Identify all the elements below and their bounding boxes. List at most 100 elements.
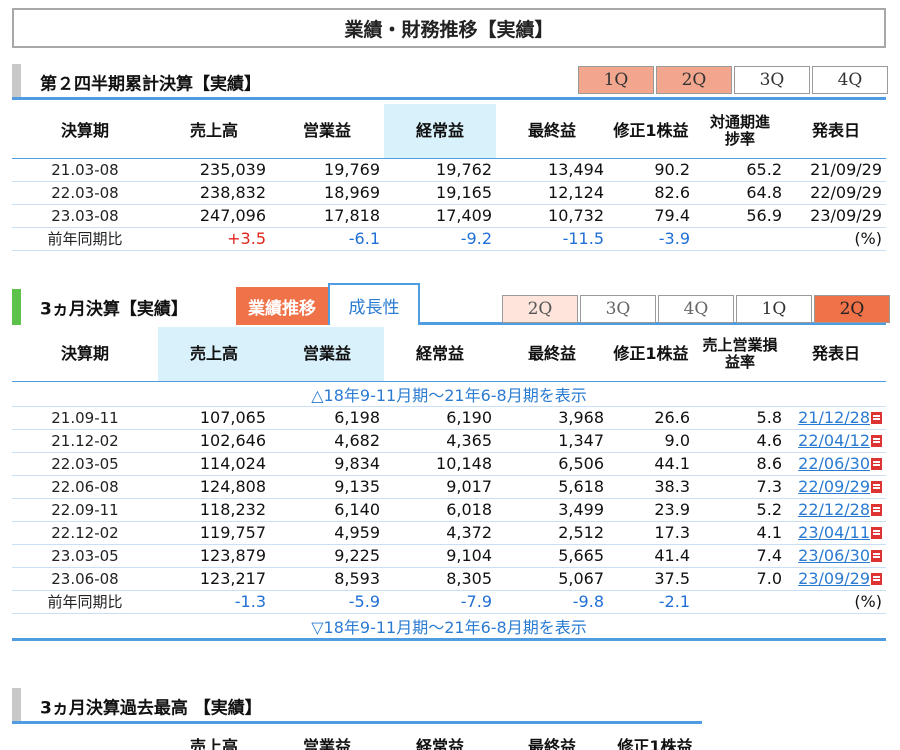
cell-eps: 26.6 [608,406,694,430]
col-eps: 修正1株益 [608,104,694,159]
cell-net: 2,512 [496,521,608,545]
cum-tab-1q[interactable]: 1Q [578,66,654,94]
announce-date-link[interactable]: 22/09/29 [798,477,870,496]
yoy-sales: -1.3 [158,590,270,614]
cell-eps: 82.6 [608,181,694,205]
table-row: 21.09-11 107,065 6,198 6,190 3,968 26.6 5.8 21/… [12,406,886,430]
col-operating[interactable]: 営業益 [270,327,384,382]
pdf-icon[interactable] [871,550,882,562]
cell-operating: 9,135 [270,475,384,499]
table-row: 22.03-05 114,024 9,834 10,148 6,506 44.1 8.6 22… [12,452,886,476]
cell-sales: 123,217 [158,567,270,591]
table-row: 21.12-02 102,646 4,682 4,365 1,347 9.0 4.6 22/0… [12,429,886,453]
announce-date-link[interactable]: 23/06/30 [798,546,870,565]
show-older-link-bottom[interactable]: ▽18年9-11月期～21年6-8月期を表示 [12,613,886,641]
col-sales: 売上高 [158,104,270,159]
cell-ordinary: 19,165 [384,181,496,205]
pdf-icon[interactable] [871,573,882,585]
show-older-row: △18年9-11月期～21年6-8月期を表示 [12,381,886,407]
pdf-icon[interactable] [871,481,882,493]
cum-tab-4q[interactable]: 4Q [812,66,888,94]
announce-date-link[interactable]: 22/04/12 [798,431,870,450]
yoy-ordinary: -7.9 [384,590,496,614]
quarter-quarter-tabs: 2Q 3Q 4Q 1Q 2Q [500,295,890,323]
cell-ratio: 7.0 [694,567,786,591]
cell-ratio: 56.9 [694,204,786,228]
cell-period: 23.03-08 [12,204,158,228]
announce-date-link[interactable]: 23/04/11 [798,523,870,542]
tab-growth[interactable]: 成長性 [328,283,420,325]
cell-operating: 4,959 [270,521,384,545]
yoy-operating: -5.9 [270,590,384,614]
show-older-link[interactable]: △18年9-11月期～21年6-8月期を表示 [12,381,886,407]
cell-operating: 8,593 [270,567,384,591]
col-net: 最終益 [496,327,608,382]
yoy-date: (%) [786,590,886,614]
yoy-net: -9.8 [496,590,608,614]
col-sales[interactable]: 売上高 [158,327,270,382]
section-underline [12,721,702,724]
pdf-icon[interactable] [871,527,882,539]
announce-date-link[interactable]: 22/12/28 [798,500,870,519]
q-tab-2q-prev[interactable]: 2Q [502,295,578,323]
cell-eps: 38.3 [608,475,694,499]
col-eps: 修正1株益 [617,737,693,750]
announce-date-link[interactable]: 22/06/30 [798,454,870,473]
cell-eps: 37.5 [608,567,694,591]
cell-date: 23/09/29 [786,567,886,591]
pdf-icon[interactable] [871,504,882,516]
cell-sales: 114,024 [158,452,270,476]
cum-tab-2q[interactable]: 2Q [656,66,732,94]
cell-date: 22/09/29 [786,181,886,205]
cell-net: 10,732 [496,204,608,228]
cell-sales: 102,646 [158,429,270,453]
yoy-period: 前年同期比 [12,227,158,251]
cell-ordinary: 17,409 [384,204,496,228]
pdf-icon[interactable] [871,435,882,447]
show-older-row-bottom: ▽18年9-11月期～21年6-8月期を表示 [12,613,886,641]
cell-eps: 23.9 [608,498,694,522]
cell-sales: 124,808 [158,475,270,499]
table-row: 23.06-08 123,217 8,593 8,305 5,067 37.5 7.0 23/… [12,567,886,591]
cell-operating: 19,769 [270,158,384,182]
cell-ordinary: 4,372 [384,521,496,545]
col-operating: 営業益 [302,737,351,750]
cell-date: 21/09/29 [786,158,886,182]
q-tab-1q[interactable]: 1Q [736,295,812,323]
col-ordinary: 経常益 [384,327,496,382]
col-margin: 売上営業損益率 [694,327,786,382]
cell-period: 22.06-08 [12,475,158,499]
cell-sales: 118,232 [158,498,270,522]
cum-tab-3q[interactable]: 3Q [734,66,810,94]
section-marker [12,289,21,325]
cell-eps: 41.4 [608,544,694,568]
cell-period: 23.06-08 [12,567,158,591]
cell-net: 6,506 [496,452,608,476]
cell-period: 23.03-05 [12,544,158,568]
cell-ratio: 4.6 [694,429,786,453]
yoy-sales: +3.5 [158,227,270,251]
cell-period: 21.12-02 [12,429,158,453]
q-tab-3q[interactable]: 3Q [580,295,656,323]
cell-ordinary: 19,762 [384,158,496,182]
announce-date-link[interactable]: 21/12/28 [798,408,870,427]
cell-ratio: 5.8 [694,406,786,430]
q-tab-2q-current[interactable]: 2Q [814,295,890,323]
cell-operating: 6,140 [270,498,384,522]
yoy-eps: -2.1 [608,590,694,614]
pdf-icon[interactable] [871,412,882,424]
q-tab-4q[interactable]: 4Q [658,295,734,323]
announce-date-link[interactable]: 23/09/29 [798,569,870,588]
quarter-title: 3ヵ月決算【実績】 [40,299,188,320]
tab-performance[interactable]: 業績推移 [236,287,328,325]
cell-eps: 90.2 [608,158,694,182]
table-row: 22.09-11 118,232 6,140 6,018 3,499 23.9 5.2 22/… [12,498,886,522]
col-ordinary[interactable]: 経常益 [384,104,496,159]
cell-ordinary: 4,365 [384,429,496,453]
pdf-icon[interactable] [871,458,882,470]
yoy-operating: -6.1 [270,227,384,251]
record-table-header: 売上高 営業益 経常益 最終益 修正1株益 [12,733,702,750]
cell-operating: 6,198 [270,406,384,430]
cell-date: 22/06/30 [786,452,886,476]
col-period: 決算期 [12,104,158,159]
